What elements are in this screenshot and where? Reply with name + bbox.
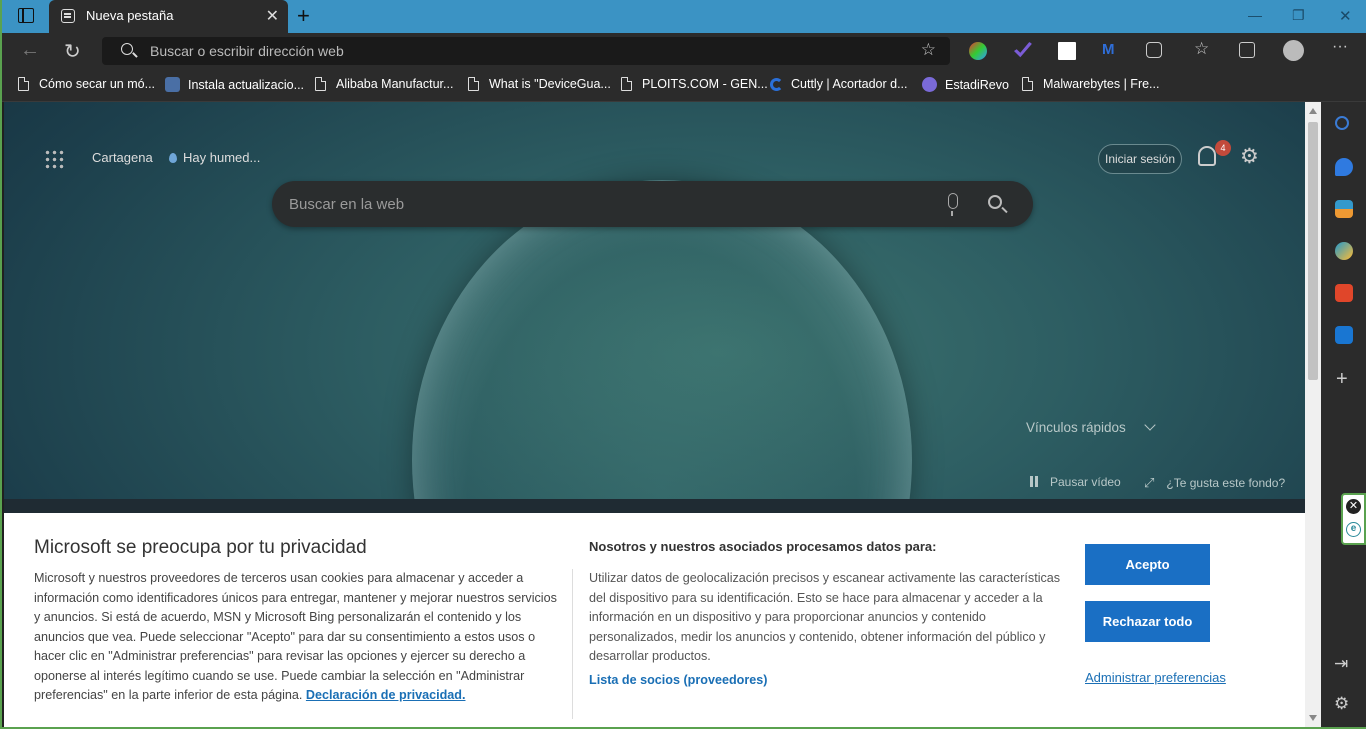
bookmark-item[interactable]: What is "DeviceGua... [468, 77, 611, 91]
page-settings-gear-icon[interactable]: ⚙ [1240, 144, 1259, 169]
expand-icon: ⤢ [1144, 475, 1155, 490]
site-favicon-icon [165, 77, 180, 92]
bookmark-item[interactable]: EstadiRevo [922, 77, 1009, 92]
sidebar-tools-icon[interactable] [1335, 200, 1353, 218]
collections-icon[interactable] [1239, 42, 1255, 58]
web-search-input[interactable] [289, 193, 909, 215]
data-processing-heading: Nosotros y nuestros asociados procesamos… [589, 539, 937, 554]
title-bar: Nueva pestaña ✕ + — ❐ ✕ [2, 0, 1366, 33]
gear-favicon-icon [922, 77, 937, 92]
like-background-button[interactable]: ⤢ ¿Te gusta este fondo? [1144, 475, 1285, 491]
scrollbar-thumb[interactable] [1308, 122, 1318, 380]
scroll-down-arrow[interactable] [1309, 715, 1317, 721]
close-window-button[interactable]: ✕ [1339, 7, 1352, 25]
manage-preferences-link[interactable]: Administrar preferencias [1085, 670, 1226, 685]
sidebar-hide-icon[interactable]: ⇥ [1334, 654, 1348, 674]
restore-button[interactable]: ❐ [1292, 7, 1305, 24]
close-icon[interactable]: ✕ [1346, 499, 1361, 514]
reject-all-button[interactable]: Rechazar todo [1085, 601, 1210, 642]
cuttly-icon [770, 78, 783, 91]
search-icon[interactable] [988, 195, 1002, 209]
notification-badge: 4 [1215, 140, 1231, 156]
add-favorite-icon[interactable]: ☆ [921, 40, 936, 60]
notifications-bell-icon[interactable] [1198, 146, 1216, 166]
new-tab-page: Cartagena Hay humed... Iniciar sesión 4 … [4, 102, 1305, 727]
bookmark-item[interactable]: Instala actualizacio... [165, 77, 304, 92]
data-processing-body: Utilizar datos de geolocalización precis… [589, 571, 1061, 663]
vertical-scrollbar[interactable] [1305, 102, 1321, 727]
more-options-icon[interactable]: ··· [1332, 38, 1350, 56]
extension-m-icon[interactable] [1058, 42, 1076, 60]
sidebar-add-icon[interactable]: + [1336, 368, 1348, 391]
location-label[interactable]: Cartagena [92, 150, 153, 165]
sidebar-settings-gear-icon[interactable]: ⚙ [1334, 694, 1349, 714]
newtab-favicon-icon [61, 9, 75, 23]
favorites-icon[interactable]: ☆ [1194, 39, 1212, 58]
malwarebytes-icon[interactable]: M [1102, 41, 1120, 59]
extension-check-icon[interactable] [1014, 42, 1032, 58]
extension-e-icon[interactable]: e [1346, 522, 1361, 537]
close-tab-icon[interactable]: ✕ [266, 6, 279, 26]
chevron-down-icon [1144, 419, 1156, 431]
sidebar-discover-icon[interactable] [1335, 158, 1353, 176]
tab-actions-icon[interactable] [18, 8, 34, 23]
sidebar-office-icon[interactable] [1335, 284, 1353, 302]
profile-avatar[interactable] [1283, 40, 1304, 61]
bookmark-item[interactable]: Malwarebytes | Fre... [1022, 77, 1159, 91]
bookmark-item[interactable]: Cuttly | Acortador d... [770, 77, 908, 91]
toolbar: ← ↻ ☆ M ☆ ··· [2, 33, 1366, 69]
weather-widget[interactable]: Hay humed... [169, 150, 260, 165]
sidebar-outlook-icon[interactable] [1335, 326, 1353, 344]
sidebar-games-icon[interactable] [1335, 242, 1353, 260]
humidity-drop-icon [169, 153, 177, 163]
bookmark-item[interactable]: Cómo secar un mó... [18, 77, 155, 91]
pause-icon [1030, 476, 1033, 487]
quick-links-toggle[interactable]: Vínculos rápidos [1026, 419, 1156, 435]
feed-header-strip [4, 499, 1305, 513]
floating-extension-panel: ✕ e [1341, 493, 1366, 545]
browser-window: Nueva pestaña ✕ + — ❐ ✕ ← ↻ ☆ M ☆ ··· Có… [0, 0, 1366, 729]
sign-in-button[interactable]: Iniciar sesión [1098, 144, 1182, 174]
app-launcher-icon[interactable] [44, 149, 64, 169]
sidebar-search-icon[interactable] [1335, 116, 1349, 130]
search-icon [121, 43, 133, 55]
accept-button[interactable]: Acepto [1085, 544, 1210, 585]
privacy-statement-link[interactable]: Declaración de privacidad. [306, 688, 466, 702]
edge-sidebar: + ⇥ ⚙ [1321, 102, 1366, 727]
document-icon [468, 77, 479, 91]
tab-new-tab[interactable]: Nueva pestaña ✕ [49, 0, 288, 33]
privacy-body: Microsoft y nuestros proveedores de terc… [34, 571, 557, 702]
privacy-title: Microsoft se preocupa por tu privacidad [34, 537, 367, 558]
scroll-up-arrow[interactable] [1309, 108, 1317, 114]
web-search-box[interactable] [272, 181, 1033, 227]
divider [572, 569, 573, 719]
bookmark-item[interactable]: PLOITS.COM - GEN... [621, 77, 768, 91]
microphone-icon[interactable] [948, 193, 958, 216]
refresh-button[interactable]: ↻ [64, 39, 81, 64]
partners-list-link[interactable]: Lista de socios (proveedores) [589, 673, 767, 687]
document-icon [621, 77, 632, 91]
bookmark-item[interactable]: Alibaba Manufactur... [315, 77, 453, 91]
new-tab-button[interactable]: + [297, 3, 310, 29]
bookmarks-bar: Cómo secar un mó... Instala actualizacio… [2, 69, 1366, 102]
extension-globe-icon[interactable] [969, 42, 987, 60]
back-button[interactable]: ← [20, 39, 40, 62]
extensions-icon[interactable] [1146, 42, 1162, 58]
document-icon [315, 77, 326, 91]
privacy-consent-banner: Microsoft se preocupa por tu privacidad … [4, 513, 1305, 727]
tab-title: Nueva pestaña [86, 8, 174, 23]
minimize-button[interactable]: — [1248, 7, 1262, 23]
address-bar[interactable]: ☆ [102, 37, 950, 65]
document-icon [1022, 77, 1033, 91]
address-input[interactable] [150, 41, 890, 61]
document-icon [18, 77, 29, 91]
pause-video-button[interactable]: Pausar vídeo [1030, 475, 1121, 489]
